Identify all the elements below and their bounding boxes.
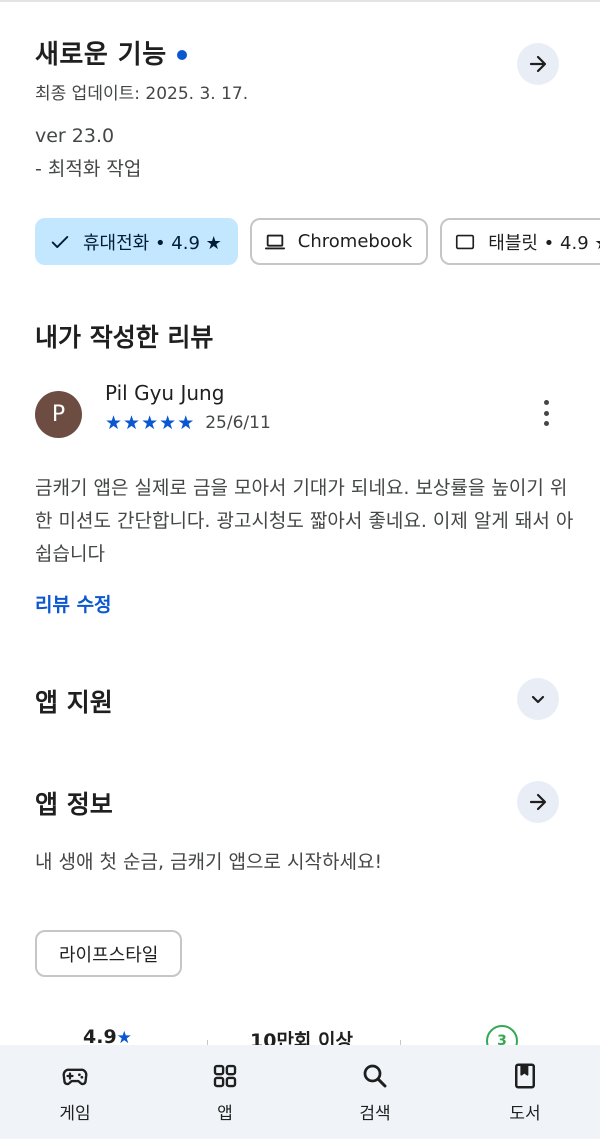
chip-chromebook[interactable]: Chromebook (249, 218, 429, 265)
laptop-icon (264, 231, 286, 253)
category-tag-label: 라이프스타일 (59, 944, 159, 966)
chevron-down-icon (531, 695, 545, 704)
my-review-title: 내가 작성한 리뷰 (35, 323, 214, 352)
app-support-title: 앱 지원 (35, 688, 113, 717)
avatar: P (35, 391, 82, 438)
app-support-expand-button[interactable] (517, 678, 559, 720)
star-icon: ★ (141, 412, 159, 434)
more-options-icon[interactable] (531, 398, 561, 428)
check-icon (49, 231, 71, 253)
edit-review-link[interactable]: 리뷰 수정 (35, 590, 112, 617)
chip-tablet[interactable]: 태블릿 • 4.9 ★ (440, 218, 600, 265)
nav-books-label: 도서 (509, 1104, 541, 1124)
nav-books[interactable]: 도서 (450, 1045, 600, 1139)
whats-new-arrow-button[interactable] (517, 43, 559, 85)
avatar-initial: P (51, 402, 66, 427)
device-filter-chips: 휴대전화 • 4.9 ★ Chromebook 태블릿 • 4.9 ★ (35, 218, 600, 265)
chip-tablet-label: 태블릿 • 4.9 ★ (488, 232, 600, 254)
release-note-line: - 최적화 작업 (35, 158, 142, 180)
nav-games[interactable]: 게임 (0, 1045, 150, 1139)
gamepad-icon (62, 1068, 88, 1086)
bottom-navigation: 게임 앱 검색 도서 (0, 1045, 600, 1139)
app-info-title: 앱 정보 (35, 790, 113, 819)
reviewer-name: Pil Gyu Jung (105, 381, 225, 405)
nav-search-label: 검색 (359, 1104, 391, 1124)
star-icon: ★ (159, 412, 177, 434)
chip-chromebook-label: Chromebook (297, 231, 413, 252)
apps-grid-icon (213, 1064, 237, 1088)
star-icon: ★ (123, 412, 141, 434)
whats-new-section: 새로운 기능 최종 업데이트: 2025. 3. 17. (35, 34, 248, 104)
tablet-icon (454, 231, 476, 253)
chip-phone-label: 휴대전화 • 4.9 ★ (83, 232, 222, 254)
nav-apps-label: 앱 (217, 1104, 233, 1124)
nav-search[interactable]: 검색 (300, 1045, 450, 1139)
star-icon: ★ (105, 412, 123, 434)
search-icon (363, 1064, 387, 1088)
app-info-arrow-button[interactable] (517, 781, 559, 823)
review-rating: ★ ★ ★ ★ ★ 25/6/11 (105, 412, 271, 434)
release-note-version: ver 23.0 (35, 125, 115, 147)
release-notes: ver 23.0 - 최적화 작업 (35, 120, 141, 186)
review-body: 금캐기 앱은 실제로 금을 모아서 기대가 되네요. 보상률을 높이기 위한 미… (35, 477, 574, 565)
review-date: 25/6/11 (205, 413, 271, 433)
arrow-right-icon (529, 55, 547, 73)
arrow-right-icon (529, 793, 547, 811)
chip-phone[interactable]: 휴대전화 • 4.9 ★ (35, 218, 238, 265)
top-divider (0, 0, 600, 2)
new-indicator-dot (176, 49, 187, 60)
bookmark-book-icon (515, 1063, 535, 1089)
nav-apps[interactable]: 앱 (150, 1045, 300, 1139)
nav-games-label: 게임 (59, 1104, 91, 1124)
last-updated-date: 최종 업데이트: 2025. 3. 17. (35, 84, 249, 104)
category-tag-chip[interactable]: 라이프스타일 (35, 930, 183, 977)
whats-new-heading: 새로운 기능 (35, 34, 248, 71)
star-icon: ★ (177, 412, 195, 434)
whats-new-title: 새로운 기능 (35, 40, 167, 70)
app-description: 내 생애 첫 순금, 금캐기 앱으로 시작하세요! (35, 851, 383, 873)
